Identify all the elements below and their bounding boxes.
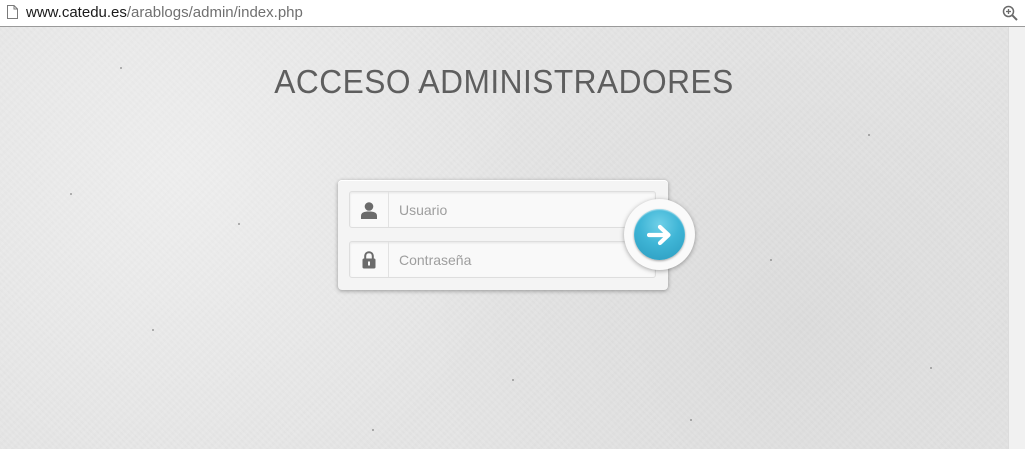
username-input[interactable] (389, 192, 614, 227)
vertical-scrollbar[interactable] (1008, 27, 1025, 449)
background-speck (70, 193, 72, 195)
url-path: /arablogs/admin/index.php (126, 4, 303, 21)
address-bar[interactable]: www.catedu.es/arablogs/admin/index.php (0, 0, 1025, 27)
url-host: www.catedu.es (26, 4, 127, 21)
password-field (349, 241, 656, 278)
page-title: ACCESO ADMINISTRADORES (274, 63, 734, 100)
username-field (349, 191, 656, 228)
user-icon (361, 201, 377, 219)
lock-icon (362, 250, 376, 268)
background-speck (512, 379, 514, 381)
page-viewport: ACCESO ADMINISTRADORES (0, 27, 1008, 449)
password-icon-cell (350, 242, 389, 277)
background-speck (690, 419, 692, 421)
url-text[interactable]: www.catedu.es/arablogs/admin/index.php (26, 4, 303, 22)
background-speck (372, 429, 374, 431)
page-icon (7, 5, 18, 19)
submit-button[interactable] (634, 209, 685, 260)
password-input[interactable] (389, 242, 614, 277)
background-speck (868, 134, 870, 136)
background-speck (238, 223, 240, 225)
background-speck (152, 329, 154, 331)
username-icon-cell (350, 192, 389, 227)
zoom-icon[interactable] (1002, 5, 1018, 21)
login-form (338, 180, 695, 290)
arrow-right-icon (646, 224, 671, 245)
background-speck (770, 259, 772, 261)
background-speck (930, 367, 932, 369)
